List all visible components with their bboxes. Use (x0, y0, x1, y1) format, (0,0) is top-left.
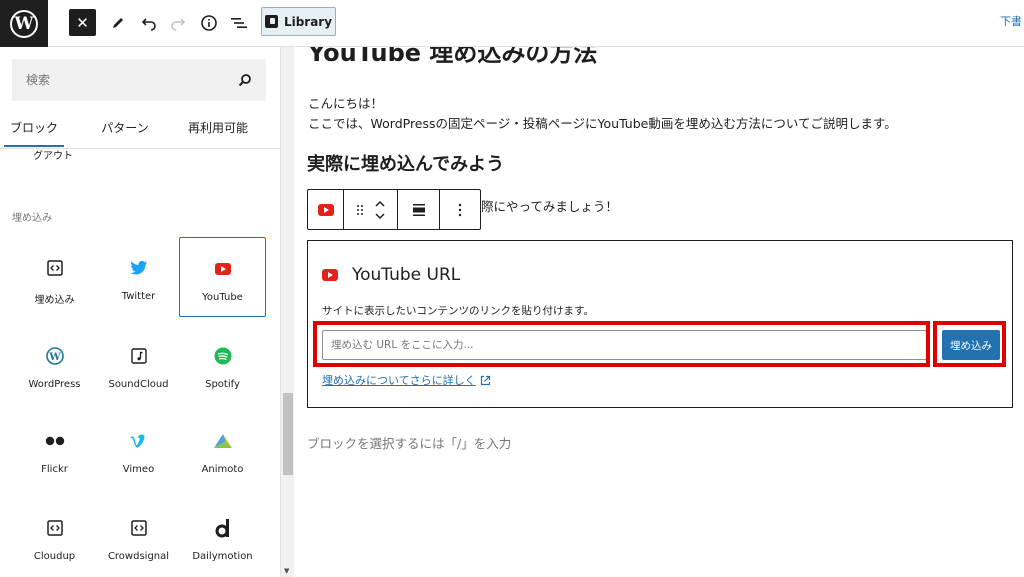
block-item-label: Cloudup (33, 551, 76, 562)
wordpress-icon: W (44, 345, 66, 367)
embed-section-title: 埋め込み (12, 213, 52, 224)
block-item-dailymotion[interactable]: Dailymotion (179, 497, 266, 577)
embed-link-text: 埋め込みについてさらに詳しく (322, 374, 476, 387)
block-item-label: Spotify (205, 379, 240, 390)
block-item-crowdsignal[interactable]: Crowdsignal (95, 497, 182, 577)
svg-text:W: W (48, 352, 61, 363)
block-inserter-sidebar: ブロック パターン 再利用可能 グアウト 埋め込み 埋め込み Twitter Y… (0, 47, 280, 577)
block-item-vimeo[interactable]: Vimeo (95, 410, 182, 490)
highlight-box-button (933, 321, 1006, 367)
block-item-embed[interactable]: 埋め込み (11, 237, 98, 317)
close-inserter-button[interactable]: ✕ (69, 9, 96, 36)
block-search (12, 59, 266, 101)
embed-icon (44, 257, 66, 279)
library-button[interactable]: Library (261, 7, 336, 36)
embed-header: YouTube URL (322, 265, 460, 285)
scrollbar-thumb[interactable] (283, 393, 293, 475)
block-appender-placeholder[interactable]: ブロックを選択するには「/」を入力 (307, 433, 511, 452)
align-wide-icon (412, 203, 425, 216)
external-link-icon (480, 375, 490, 385)
library-icon (264, 15, 278, 28)
inserter-tabs: ブロック パターン 再利用可能 (0, 117, 280, 149)
block-item-label: Crowdsignal (107, 551, 170, 562)
cloudup-icon (44, 517, 66, 539)
partial-block-label: グアウト (33, 151, 73, 162)
more-vertical-icon (458, 203, 462, 216)
block-item-cloudup[interactable]: Cloudup (11, 497, 98, 577)
block-mover (344, 190, 398, 229)
paragraph-greeting[interactable]: こんにちは！ (308, 93, 383, 112)
youtube-icon (317, 203, 334, 216)
block-item-label: SoundCloud (108, 379, 169, 390)
flickr-icon (44, 430, 66, 452)
tab-patterns[interactable]: パターン (95, 119, 155, 147)
block-item-label: Animoto (201, 464, 244, 475)
youtube-icon (212, 258, 234, 280)
block-item-animoto[interactable]: Animoto (179, 410, 266, 490)
undo-icon (141, 18, 156, 31)
wordpress-logo-icon: W (10, 9, 38, 38)
block-item-label: Dailymotion (192, 551, 253, 562)
move-up-down-icon[interactable] (374, 198, 386, 222)
redo-button[interactable] (168, 8, 188, 38)
paragraph-try[interactable]: 際にやってみましょう！ (481, 196, 618, 215)
post-title[interactable]: YouTube 埋め込みの方法 (308, 47, 597, 68)
block-item-label: Twitter (121, 291, 156, 302)
drag-handle-icon[interactable] (356, 204, 364, 216)
block-item-soundcloud[interactable]: SoundCloud (95, 325, 182, 405)
tab-reusable[interactable]: 再利用可能 (178, 119, 258, 147)
block-item-label: Vimeo (122, 464, 155, 475)
twitter-icon (128, 257, 150, 279)
block-search-input[interactable] (12, 59, 232, 101)
list-view-button[interactable] (228, 8, 250, 38)
redo-icon (171, 18, 186, 31)
block-type-button[interactable] (308, 190, 344, 229)
block-item-spotify[interactable]: Spotify (179, 325, 266, 405)
embed-description: サイトに表示したいコンテンツのリンクを貼り付けます。 (322, 305, 594, 317)
block-item-flickr[interactable]: Flickr (11, 410, 98, 490)
more-options-button[interactable] (440, 190, 480, 229)
scroll-down-arrow-icon[interactable]: ▼ (284, 567, 289, 575)
block-item-label: 埋め込み (34, 295, 75, 306)
youtube-icon (322, 269, 338, 281)
pencil-icon (113, 18, 123, 28)
tab-blocks[interactable]: ブロック (4, 119, 64, 147)
highlight-box-input (313, 321, 930, 367)
editor-canvas: YouTube 埋め込みの方法 こんにちは！ ここでは、WordPressの固定… (294, 47, 1024, 577)
tools-button[interactable] (108, 8, 128, 38)
crowdsignal-icon (128, 517, 150, 539)
library-label: Library (283, 14, 333, 29)
close-icon: ✕ (76, 13, 89, 32)
details-button[interactable] (198, 8, 220, 38)
block-item-twitter[interactable]: Twitter (95, 237, 182, 317)
animoto-icon (212, 430, 234, 452)
info-icon (201, 15, 217, 31)
block-item-label: Flickr (41, 464, 68, 475)
search-icon (238, 74, 251, 87)
vimeo-icon (128, 430, 150, 452)
dailymotion-icon (212, 517, 234, 539)
block-item-youtube[interactable]: YouTube (179, 237, 266, 317)
embed-title: YouTube URL (352, 265, 461, 285)
align-button[interactable] (398, 190, 440, 229)
embed-learn-more-link[interactable]: 埋め込みについてさらに詳しく (322, 372, 491, 388)
editor-top-toolbar: W ✕ Library 下書 (0, 0, 1024, 47)
block-item-label: YouTube (202, 292, 243, 303)
save-draft-button[interactable]: 下書 (1000, 13, 1022, 29)
wordpress-logo-button[interactable]: W (0, 0, 48, 47)
paragraph-intro[interactable]: ここでは、WordPressの固定ページ・投稿ページにYouTube動画を埋め込… (308, 113, 897, 132)
list-view-icon (231, 18, 247, 28)
undo-button[interactable] (139, 8, 159, 38)
block-toolbar (307, 189, 481, 230)
soundcloud-icon (128, 345, 150, 367)
sidebar-scrollbar[interactable]: ▼ (280, 47, 294, 577)
youtube-embed-placeholder: YouTube URL サイトに表示したいコンテンツのリンクを貼り付けます。 埋… (307, 240, 1013, 408)
block-item-label: WordPress (28, 379, 81, 390)
block-item-wordpress[interactable]: W WordPress (11, 325, 98, 405)
spotify-icon (212, 345, 234, 367)
heading-embed-try[interactable]: 実際に埋め込んでみよう (307, 150, 504, 176)
